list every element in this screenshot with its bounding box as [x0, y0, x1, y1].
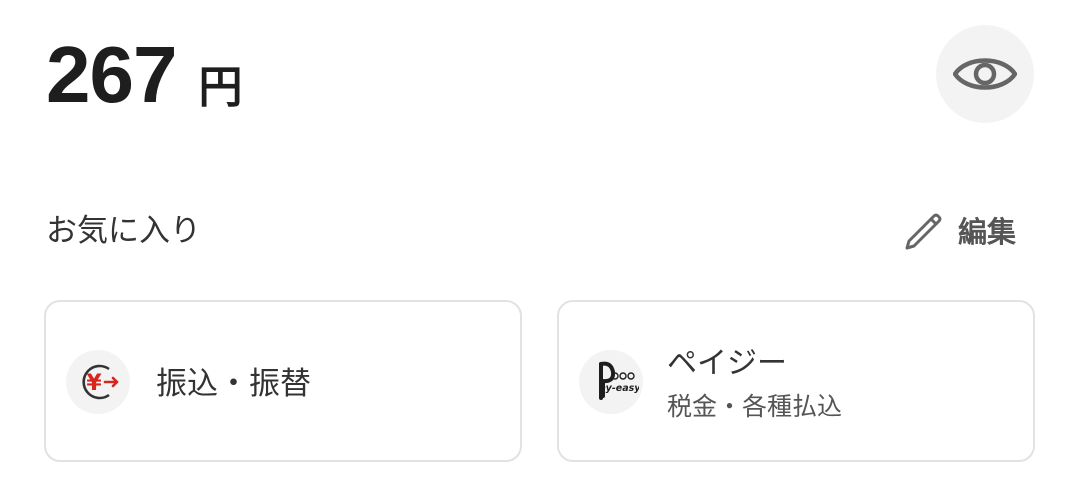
pay-easy-logo: ay-easy [579, 350, 643, 414]
svg-text:¥: ¥ [86, 371, 102, 396]
eye-icon [953, 58, 1017, 90]
toggle-balance-visibility-button[interactable] [936, 25, 1034, 123]
favorites-title: お気に入り [46, 213, 201, 249]
svg-text:ay-easy: ay-easy [600, 383, 639, 394]
favorite-item-label: 振込・振替 [156, 366, 311, 402]
yen-transfer-icon: ¥ [66, 350, 130, 414]
balance-unit: 円 [198, 62, 243, 113]
favorite-item-pay-easy[interactable]: ay-easy ペイジー 税金・各種払込 [557, 300, 1035, 462]
favorite-item-label: ペイジー [667, 346, 787, 381]
edit-label: 編集 [958, 215, 1017, 249]
balance-page: 267 円 お気に入り 編集 ¥ 振込・振替 ay-easy ペイジー 税金・各… [0, 0, 1071, 496]
favorite-item-transfer[interactable]: ¥ 振込・振替 [44, 300, 522, 462]
favorite-item-sublabel: 税金・各種払込 [667, 392, 843, 421]
balance-display: 267 円 [46, 30, 242, 120]
pencil-icon [905, 213, 942, 250]
balance-amount: 267 [46, 30, 177, 119]
edit-favorites-button[interactable]: 編集 [904, 206, 1016, 254]
